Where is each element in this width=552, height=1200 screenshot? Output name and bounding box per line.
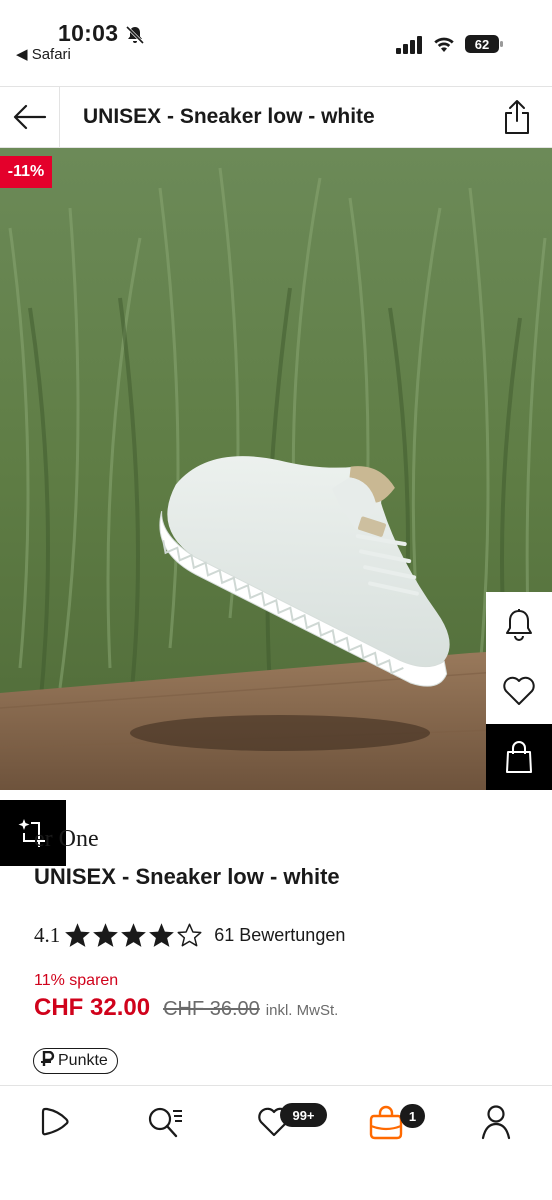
points-label: Punkte [58, 1052, 108, 1069]
tab-search[interactable] [143, 1102, 187, 1142]
heart-icon [503, 676, 535, 705]
product-title: UNISEX - Sneaker low - white [34, 864, 340, 889]
home-icon [41, 1107, 69, 1136]
wishlist-add-button[interactable] [486, 658, 552, 724]
side-actions [486, 592, 552, 790]
bottom-tab-bar: 99+ 1 [0, 1085, 552, 1200]
star-filled-icon [93, 923, 119, 947]
product-brand[interactable]: er One [34, 826, 99, 853]
wifi-icon [434, 37, 454, 52]
bell-icon [506, 609, 532, 641]
bell-muted-icon [125, 25, 145, 45]
price-row: CHF 32.00 CHF 36.00 inkl. MwSt. [34, 994, 338, 1022]
savings-text: 11% sparen [34, 972, 119, 989]
back-button[interactable] [0, 87, 60, 147]
rating-value: 4.1 [34, 922, 61, 947]
tax-note: inkl. MwSt. [265, 1002, 339, 1019]
reviews-count: 61 Bewertungen [214, 924, 346, 945]
rating-row[interactable]: 4.1 61 Bewertungen [34, 920, 345, 950]
notify-button[interactable] [486, 592, 552, 658]
status-time: 10:03 [58, 20, 119, 46]
cart-icon [369, 1105, 403, 1140]
cellular-signal-icon [396, 36, 422, 54]
back-to-app[interactable]: ◀ Safari [16, 45, 71, 63]
points-icon [41, 1050, 55, 1072]
star-filled-icon [149, 923, 175, 947]
bag-icon [506, 741, 532, 773]
status-bar: 10:03 ◀ Safari 62 [0, 0, 552, 86]
star-rating [64, 922, 204, 948]
product-header: UNISEX - Sneaker low - white [0, 86, 552, 148]
tab-home[interactable] [33, 1102, 77, 1142]
discount-badge: -11% [0, 156, 52, 188]
share-button[interactable] [496, 95, 538, 139]
share-icon [505, 100, 529, 134]
battery-level: 62 [475, 37, 489, 52]
wishlist-badge: 99+ [280, 1103, 327, 1127]
tab-account[interactable] [474, 1102, 518, 1142]
points-chip[interactable]: Punkte [33, 1048, 118, 1074]
battery-icon: 62 [465, 35, 503, 53]
search-icon [148, 1107, 182, 1138]
arrow-left-icon [13, 104, 46, 130]
original-price: CHF 36.00 [163, 998, 260, 1020]
star-empty-icon [177, 923, 202, 947]
star-filled-icon [121, 923, 147, 947]
account-icon [481, 1105, 511, 1140]
cart-badge: 1 [400, 1104, 425, 1128]
star-filled-icon [65, 923, 91, 947]
add-to-bag-button[interactable] [486, 724, 552, 790]
header-title: UNISEX - Sneaker low - white [83, 105, 375, 128]
product-image[interactable]: -11% [0, 148, 552, 790]
current-price: CHF 32.00 [34, 994, 151, 1021]
sneaker-photo [0, 148, 552, 790]
